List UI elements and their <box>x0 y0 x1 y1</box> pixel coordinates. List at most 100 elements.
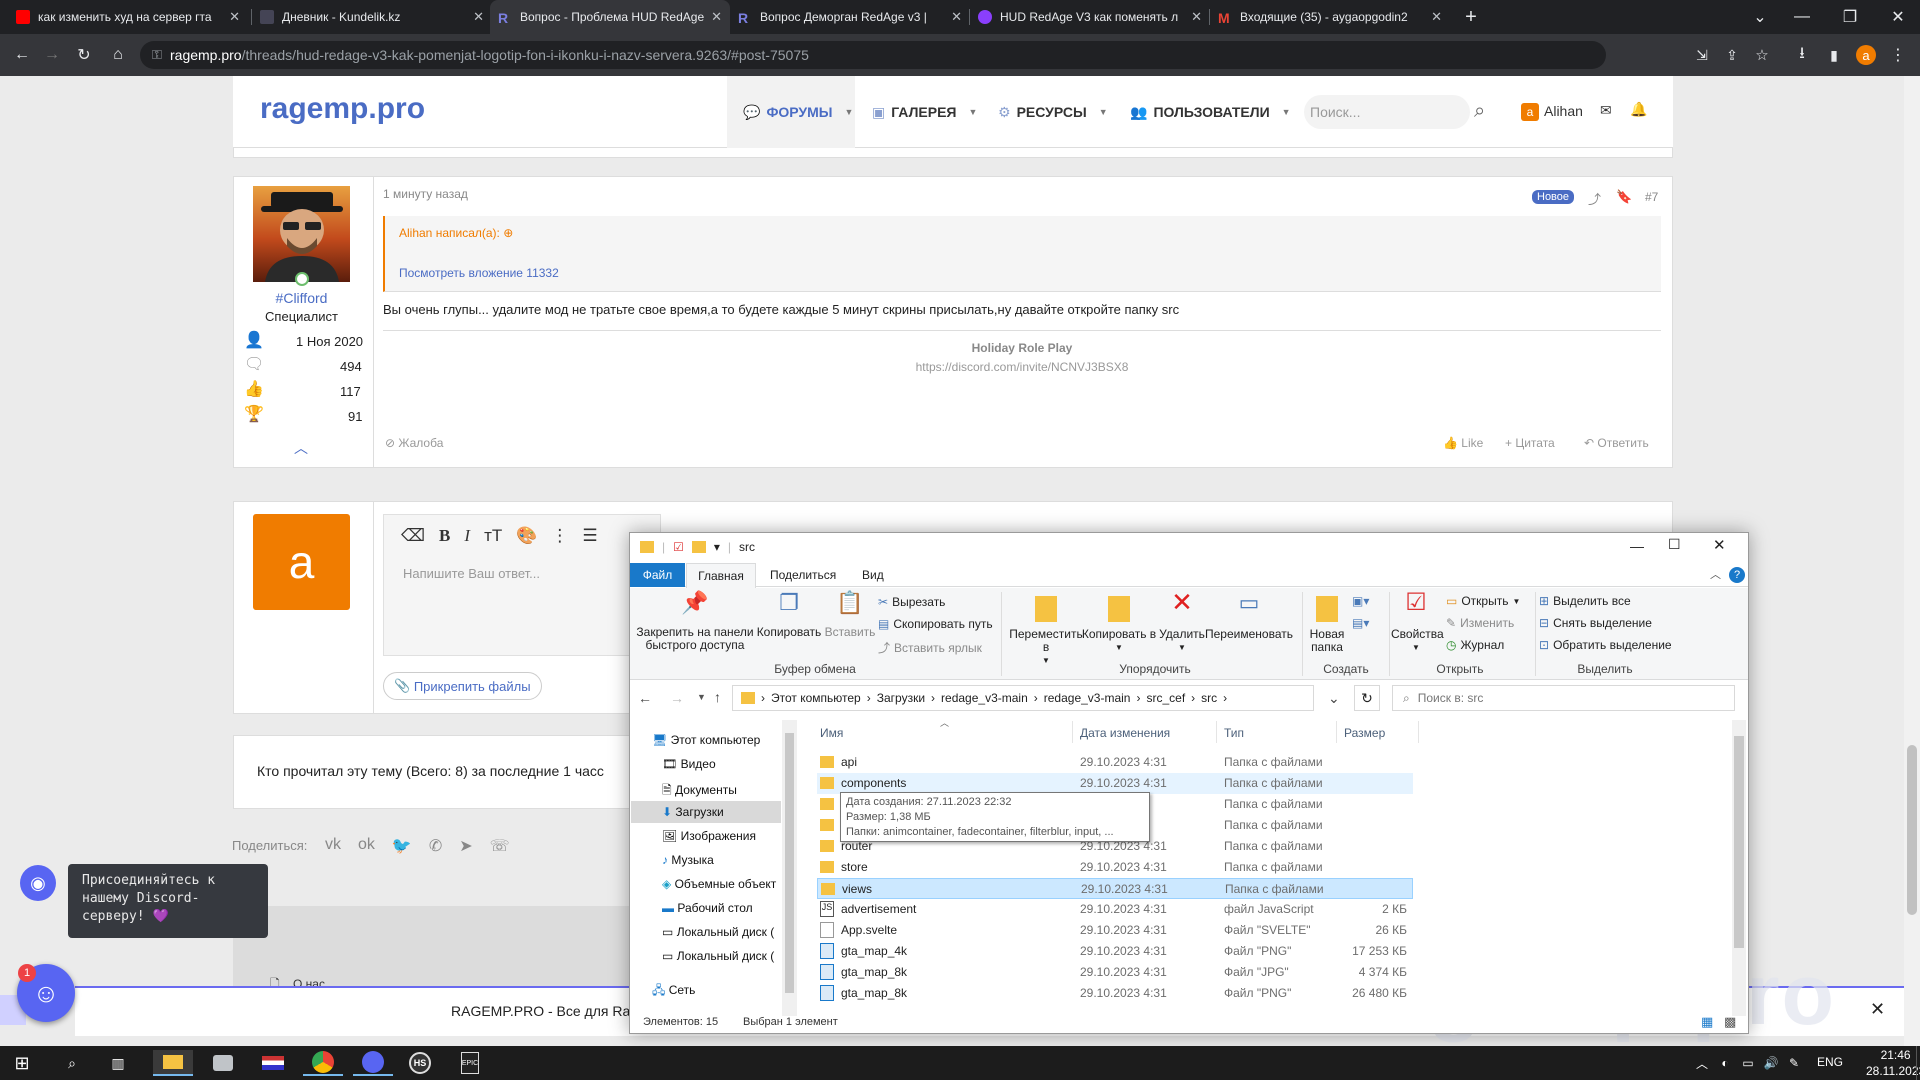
invert-selection-button[interactable]: ⊡ Обратить выделение <box>1539 638 1672 652</box>
bookmark-star-icon[interactable]: ☆ <box>1750 43 1774 67</box>
install-icon[interactable]: ⇲ <box>1690 43 1714 67</box>
new-tab-button[interactable]: + <box>1454 0 1488 34</box>
signature-link[interactable]: https://discord.com/invite/NCNVJ3BSX8 <box>383 360 1661 374</box>
file-row-gta-map-8k-jpg[interactable]: gta_map_8k 29.10.2023 4:31 Файл "JPG" 4 374… <box>817 962 1413 983</box>
nav-documents[interactable]: 🗎 Документы <box>662 781 737 802</box>
bookmark-icon[interactable]: 🔖 <box>1616 189 1632 205</box>
close-window-icon[interactable]: ✕ <box>1886 5 1910 29</box>
taskbar-epic-games[interactable]: EPIC <box>450 1050 490 1076</box>
taskbar-hs-app[interactable]: HS <box>400 1050 440 1076</box>
tab-demorgan[interactable]: R Вопрос Деморган RedAge v3 | ✕ <box>730 0 970 34</box>
report-link[interactable]: ⊘ Жалоба <box>385 436 443 450</box>
viber-icon[interactable]: ☏ <box>490 836 510 856</box>
ribbon-tab-home[interactable]: Главная <box>686 563 756 588</box>
close-tab-icon[interactable]: ✕ <box>711 9 722 25</box>
explorer-close-icon[interactable]: ✕ <box>1713 536 1726 554</box>
taskbar-discord[interactable] <box>353 1050 393 1076</box>
delete-button[interactable]: ✕ Удалить ▼ <box>1156 589 1208 654</box>
cut-button[interactable]: ✂ Вырезать <box>878 595 945 609</box>
discord-popup[interactable]: Присоединяйтесь к нашему Discord-серверу… <box>68 864 268 938</box>
rename-button[interactable]: ▭ Переименовать <box>1204 592 1294 641</box>
file-row-api[interactable]: api 29.10.2023 4:31 Папка с файлами <box>817 752 1413 773</box>
select-none-button[interactable]: ⊟ Снять выделение <box>1539 616 1652 630</box>
large-icons-view-icon[interactable]: ▩ <box>1724 1014 1736 1030</box>
attach-files-button[interactable]: 📎 Прикрепить файлы <box>383 672 542 700</box>
ribbon-tab-share[interactable]: Поделиться <box>770 568 836 582</box>
paste-shortcut-button[interactable]: ⤴ Вставить ярлык <box>878 639 982 656</box>
properties-button[interactable]: ☑ Свойства ▼ <box>1391 591 1444 654</box>
move-to-button[interactable]: Переместить в ▼ <box>1006 596 1086 667</box>
reply-button[interactable]: ↶ Ответить <box>1584 436 1649 450</box>
nav-downloads[interactable]: ⬇ Загрузки <box>662 805 724 819</box>
close-tab-icon[interactable]: ✕ <box>1191 9 1202 25</box>
column-name[interactable]: Имя <box>820 726 843 740</box>
file-list-scrollbar-thumb[interactable] <box>1734 736 1744 948</box>
profile-avatar[interactable]: a <box>1856 45 1876 65</box>
author-name[interactable]: #Clifford <box>253 290 350 306</box>
tab-active-hud-problem[interactable]: R Вопрос - Проблема HUD RedAge ✕ <box>490 0 730 34</box>
ribbon-tab-file[interactable]: Файл <box>630 563 685 587</box>
vk-icon[interactable]: vk <box>325 836 341 856</box>
task-view-icon[interactable]: ▥ <box>103 1050 133 1076</box>
search-icon[interactable]: ⌕ <box>1474 100 1485 123</box>
restore-icon[interactable]: ❐ <box>1838 5 1862 29</box>
nav-pictures[interactable]: 🖼 Изображения <box>662 829 756 843</box>
page-scrollbar-thumb[interactable] <box>1907 745 1917 915</box>
paste-button[interactable]: 📋 Вставить <box>822 592 878 639</box>
file-row-gta-map-8k-png[interactable]: gta_map_8k 29.10.2023 4:31 Файл "PNG" 26 48… <box>817 983 1413 1004</box>
more-icon[interactable]: ⋮ <box>551 526 568 546</box>
nav-this-pc[interactable]: 🖥 Этот компьютер <box>652 733 760 747</box>
language-indicator[interactable]: ENG <box>1817 1055 1843 1069</box>
crumb-redage[interactable]: redage_v3-main <box>941 691 1028 705</box>
reload-icon[interactable]: ↻ <box>72 43 96 67</box>
new-folder-quick-icon[interactable] <box>691 541 706 553</box>
history-button[interactable]: ◷ Журнал <box>1446 638 1504 652</box>
crumb-src[interactable]: src <box>1201 691 1217 705</box>
close-tab-icon[interactable]: ✕ <box>1431 9 1442 25</box>
file-row-components[interactable]: components 29.10.2023 4:31 Папка с файлами <box>817 773 1413 794</box>
taskbar-search-icon[interactable]: ⌕ <box>57 1050 87 1076</box>
ribbon-collapse-icon[interactable]: ︿ <box>1710 566 1721 582</box>
select-all-button[interactable]: ⊞ Выделить все <box>1539 594 1631 608</box>
telegram-icon[interactable]: ➤ <box>459 836 472 856</box>
ribbon-tab-view[interactable]: Вид <box>862 568 884 582</box>
text-size-icon[interactable]: тT <box>484 526 502 546</box>
bell-icon[interactable]: 🔔 <box>1630 101 1647 118</box>
close-tab-icon[interactable]: ✕ <box>473 9 484 25</box>
sidepanel-icon[interactable]: ▮ <box>1822 43 1846 67</box>
nav-scrollbar-thumb[interactable] <box>785 733 794 993</box>
explorer-minimize-icon[interactable]: — <box>1630 538 1644 554</box>
menu-icon[interactable]: ⋮ <box>1886 43 1910 67</box>
like-button[interactable]: 👍 Like <box>1443 436 1483 450</box>
clock[interactable]: 21:46 28.11.2023 <box>1866 1047 1920 1079</box>
properties-quick-icon[interactable]: ☑ <box>673 540 684 554</box>
new-item-button[interactable]: ▣▾ <box>1352 594 1369 608</box>
easy-access-button[interactable]: ▤▾ <box>1352 616 1369 630</box>
recent-locations-icon[interactable]: ▼ <box>697 692 706 702</box>
forward-icon[interactable]: → <box>40 43 64 67</box>
eraser-icon[interactable]: ⌫ <box>401 526 425 546</box>
palette-icon[interactable]: 🎨 <box>516 526 537 546</box>
nav-music[interactable]: ♪ Музыка <box>662 853 714 867</box>
new-folder-button[interactable]: Новая папка <box>1306 596 1348 654</box>
up-folder-icon[interactable]: ↑ <box>714 689 721 705</box>
nav-desktop[interactable]: ▬ Рабочий стол <box>662 901 753 915</box>
help-icon[interactable]: ? <box>1729 567 1745 583</box>
italic-icon[interactable]: I <box>464 526 470 546</box>
taskbar-app[interactable] <box>203 1050 243 1076</box>
nav-forums[interactable]: 💬 ФОРУМЫ ▼ <box>727 76 855 148</box>
tab-hud-logo[interactable]: HUD RedAge V3 как поменять л ✕ <box>970 0 1210 34</box>
user-avatar-small[interactable]: a <box>1521 103 1539 121</box>
reply-input[interactable]: Напишите Ваш ответ... <box>403 566 540 581</box>
nav-users[interactable]: 👥 ПОЛЬЗОВАТЕЛИ ▼ <box>1130 76 1291 148</box>
attachment-link[interactable]: Посмотреть вложение 11332 <box>399 266 559 280</box>
share-post-icon[interactable]: ⤴ <box>1588 189 1601 208</box>
open-button[interactable]: ▭ Открыть ▼ <box>1446 594 1520 608</box>
bold-icon[interactable]: B <box>439 526 450 546</box>
quote-button[interactable]: + Цитата <box>1505 436 1555 450</box>
pin-quick-access-button[interactable]: 📌 Закрепить на панели быстрого доступа <box>636 592 754 652</box>
copy-to-button[interactable]: Копировать в ▼ <box>1081 596 1157 654</box>
pen-icon[interactable]: ✎ <box>1779 1050 1809 1076</box>
nav-local-disk-c[interactable]: ▭ Локальный диск ( <box>662 925 774 939</box>
site-search-input[interactable]: Поиск... <box>1304 95 1470 129</box>
